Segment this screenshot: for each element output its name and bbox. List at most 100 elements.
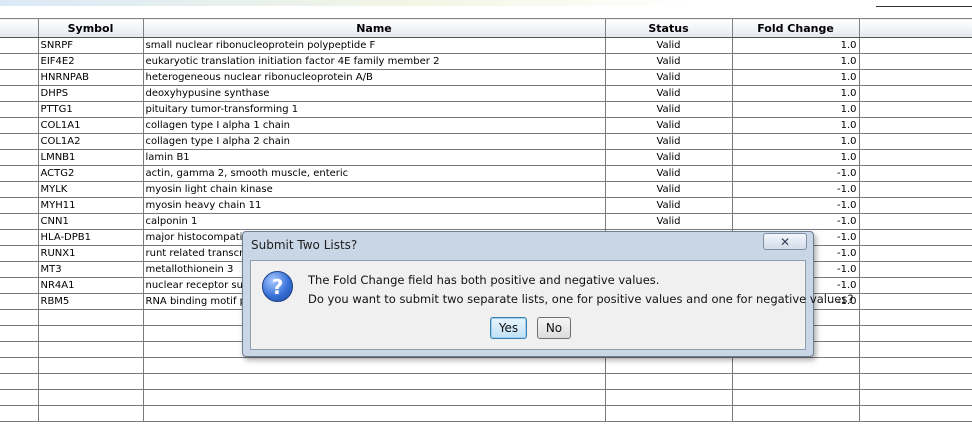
cell-fold-change[interactable] — [731, 389, 860, 406]
cell-status[interactable]: Valid — [604, 37, 733, 54]
no-button[interactable]: No — [537, 317, 571, 339]
cell-name[interactable]: calponin 1 — [142, 213, 606, 230]
table-row[interactable]: PTTG1 pituitary tumor-transforming 1 Valid… — [0, 101, 972, 118]
cell-status[interactable]: Valid — [604, 149, 733, 166]
row-header-cell — [0, 341, 39, 358]
cell-symbol[interactable]: COL1A2 — [37, 133, 144, 150]
cell-symbol[interactable]: PTTG1 — [37, 101, 144, 118]
cell-symbol[interactable] — [37, 389, 144, 406]
cell-symbol[interactable]: ACTG2 — [37, 165, 144, 182]
cell-status[interactable]: Valid — [604, 53, 733, 70]
cell-symbol[interactable]: EIF4E2 — [37, 53, 144, 70]
table-row[interactable]: LMNB1 lamin B1 Valid 1.0 — [0, 149, 972, 166]
cell-symbol[interactable]: COL1A1 — [37, 117, 144, 134]
cell-symbol[interactable] — [37, 357, 144, 374]
cell-symbol[interactable]: RBM5 — [37, 293, 144, 310]
cell-name[interactable] — [142, 357, 606, 374]
cell-symbol[interactable] — [37, 373, 144, 390]
table-row[interactable]: COL1A1 collagen type I alpha 1 chain Valid… — [0, 117, 972, 134]
cell-symbol[interactable]: MYH11 — [37, 197, 144, 214]
cell-fold-change[interactable]: 1.0 — [731, 37, 860, 54]
table-row[interactable] — [0, 389, 972, 406]
cell-symbol[interactable]: HLA-DPB1 — [37, 229, 144, 246]
cell-symbol[interactable]: NR4A1 — [37, 277, 144, 294]
table-row[interactable]: EIF4E2 eukaryotic translation initiation … — [0, 53, 972, 70]
table-row[interactable] — [0, 357, 972, 374]
cell-fold-change[interactable]: 1.0 — [731, 53, 860, 70]
cell-symbol[interactable]: MT3 — [37, 261, 144, 278]
table-row[interactable]: COL1A2 collagen type I alpha 2 chain Valid… — [0, 133, 972, 150]
cell-status[interactable]: Valid — [604, 213, 733, 230]
cell-status[interactable] — [604, 357, 733, 374]
table-row[interactable]: SNRPF small nuclear ribonucleoprotein pol… — [0, 37, 972, 54]
cell-symbol[interactable]: LMNB1 — [37, 149, 144, 166]
cell-name[interactable]: deoxyhypusine synthase — [142, 85, 606, 102]
cell-status[interactable]: Valid — [604, 85, 733, 102]
cell-fold-change[interactable] — [731, 405, 860, 422]
cell-fold-change[interactable]: -1.0 — [731, 181, 860, 198]
table-row[interactable]: MYLK myosin light chain kinase Valid -1.0 — [0, 181, 972, 198]
cell-fold-change[interactable]: 1.0 — [731, 69, 860, 86]
cell-name[interactable] — [142, 373, 606, 390]
cell-fold-change[interactable]: -1.0 — [731, 165, 860, 182]
table-row[interactable] — [0, 373, 972, 390]
cell-symbol[interactable] — [37, 405, 144, 422]
cell-fold-change[interactable]: 1.0 — [731, 85, 860, 102]
table-row[interactable]: HNRNPAB heterogeneous nuclear ribonucleop… — [0, 69, 972, 86]
cell-name[interactable]: heterogeneous nuclear ribonucleoprotein … — [142, 69, 606, 86]
cell-symbol[interactable]: CNN1 — [37, 213, 144, 230]
cell-status[interactable] — [604, 373, 733, 390]
cell-filler — [858, 149, 972, 166]
cell-symbol[interactable]: SNRPF — [37, 37, 144, 54]
cell-status[interactable]: Valid — [604, 101, 733, 118]
cell-fold-change[interactable]: 1.0 — [731, 149, 860, 166]
cell-status[interactable]: Valid — [604, 165, 733, 182]
dialog-close-button[interactable]: ✕ — [763, 233, 807, 250]
yes-button[interactable]: Yes — [490, 317, 527, 339]
cell-name[interactable] — [142, 405, 606, 422]
cell-name[interactable]: actin, gamma 2, smooth muscle, enteric — [142, 165, 606, 182]
cell-name[interactable]: lamin B1 — [142, 149, 606, 166]
cell-fold-change[interactable]: 1.0 — [731, 117, 860, 134]
cell-status[interactable]: Valid — [604, 197, 733, 214]
cell-fold-change[interactable]: 1.0 — [731, 101, 860, 118]
cell-filler — [858, 309, 972, 326]
table-row[interactable]: MYH11 myosin heavy chain 11 Valid -1.0 — [0, 197, 972, 214]
column-header-status[interactable]: Status — [604, 18, 733, 38]
cell-fold-change[interactable] — [731, 357, 860, 374]
cell-symbol[interactable]: MYLK — [37, 181, 144, 198]
cell-symbol[interactable] — [37, 325, 144, 342]
column-header-fold-change[interactable]: Fold Change — [731, 18, 860, 38]
cell-fold-change[interactable]: -1.0 — [731, 213, 860, 230]
cell-status[interactable]: Valid — [604, 117, 733, 134]
table-row[interactable]: ACTG2 actin, gamma 2, smooth muscle, ente… — [0, 165, 972, 182]
cell-name[interactable]: collagen type I alpha 1 chain — [142, 117, 606, 134]
cell-symbol[interactable]: DHPS — [37, 85, 144, 102]
cell-symbol[interactable]: RUNX1 — [37, 245, 144, 262]
cell-status[interactable]: Valid — [604, 69, 733, 86]
cell-name[interactable]: small nuclear ribonucleoprotein polypept… — [142, 37, 606, 54]
row-header-cell — [0, 117, 39, 134]
cell-name[interactable]: eukaryotic translation initiation factor… — [142, 53, 606, 70]
cell-name[interactable]: pituitary tumor-transforming 1 — [142, 101, 606, 118]
cell-status[interactable] — [604, 405, 733, 422]
cell-name[interactable]: collagen type I alpha 2 chain — [142, 133, 606, 150]
dialog-titlebar[interactable]: Submit Two Lists? ✕ — [243, 232, 813, 258]
cell-fold-change[interactable]: 1.0 — [731, 133, 860, 150]
cell-name[interactable]: myosin heavy chain 11 — [142, 197, 606, 214]
cell-symbol[interactable] — [37, 341, 144, 358]
cell-status[interactable] — [604, 389, 733, 406]
cell-status[interactable]: Valid — [604, 133, 733, 150]
table-row[interactable]: CNN1 calponin 1 Valid -1.0 — [0, 213, 972, 230]
cell-symbol[interactable] — [37, 309, 144, 326]
cell-name[interactable] — [142, 389, 606, 406]
column-header-symbol[interactable]: Symbol — [37, 18, 144, 38]
cell-fold-change[interactable] — [731, 373, 860, 390]
cell-name[interactable]: myosin light chain kinase — [142, 181, 606, 198]
cell-status[interactable]: Valid — [604, 181, 733, 198]
cell-fold-change[interactable]: -1.0 — [731, 197, 860, 214]
cell-symbol[interactable]: HNRNPAB — [37, 69, 144, 86]
table-row[interactable]: DHPS deoxyhypusine synthase Valid 1.0 — [0, 85, 972, 102]
table-row[interactable] — [0, 405, 972, 422]
column-header-name[interactable]: Name — [142, 18, 606, 38]
